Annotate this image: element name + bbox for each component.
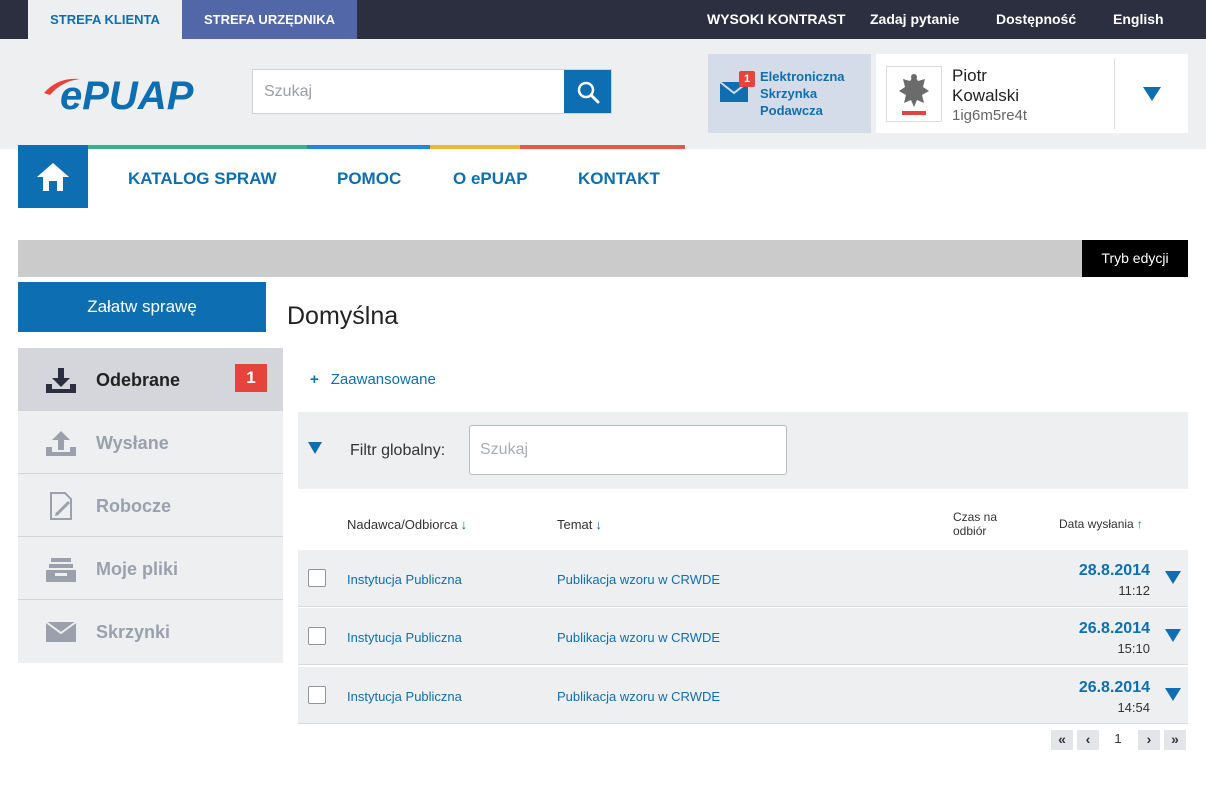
sidebar-item-sent[interactable]: Wysłane xyxy=(18,411,283,474)
column-header-subject[interactable]: Temat ↓ xyxy=(557,517,602,532)
nav-item-about[interactable]: O ePUAP xyxy=(453,169,528,189)
sidebar-item-received[interactable]: Odebrane 1 xyxy=(18,348,283,411)
pagination-next-button[interactable]: › xyxy=(1138,730,1160,750)
english-link[interactable]: English xyxy=(1113,0,1164,39)
row-subject[interactable]: Publikacja wzoru w CRWDE xyxy=(557,689,720,704)
user-login: 1ig6m5re4t xyxy=(952,107,1028,124)
triangle-down-icon[interactable] xyxy=(308,442,322,454)
sort-down-icon: ↓ xyxy=(595,517,602,532)
inbox-download-icon xyxy=(46,368,76,393)
polish-emblem-icon xyxy=(886,66,942,122)
user-last-name: Kowalski xyxy=(952,86,1020,105)
row-sender[interactable]: Instytucja Publiczna xyxy=(347,689,462,704)
row-subject[interactable]: Publikacja wzoru w CRWDE xyxy=(557,572,720,587)
nav-accent-line xyxy=(307,145,430,149)
file-tray-icon xyxy=(46,558,76,582)
envelope-icon xyxy=(45,621,77,642)
advanced-search-link[interactable]: + Zaawansowane xyxy=(310,371,436,388)
column-header-sender[interactable]: Nadawca/Odbiorca ↓ xyxy=(347,517,467,532)
handle-case-button[interactable]: Załatw sprawę xyxy=(18,282,266,332)
header: ePUAP 1 Elektroniczna Skrzynka Podawcza xyxy=(0,39,1206,149)
row-checkbox[interactable] xyxy=(308,627,326,645)
nav-accent-line xyxy=(520,145,685,149)
search-input[interactable] xyxy=(253,70,563,113)
main-nav: KATALOG SPRAW POMOC O ePUAP KONTAKT xyxy=(18,145,1188,208)
triangle-down-icon xyxy=(1142,86,1161,101)
row-date: 28.8.2014 xyxy=(1078,562,1150,579)
pagination-current-page[interactable]: 1 xyxy=(1107,731,1129,751)
home-icon xyxy=(37,162,69,191)
triangle-down-icon[interactable] xyxy=(1165,629,1181,642)
row-sender[interactable]: Instytucja Publiczna xyxy=(347,630,462,645)
nav-item-contact[interactable]: KONTAKT xyxy=(578,169,660,189)
nav-accent-line xyxy=(430,145,520,149)
sidebar-item-label: Moje pliki xyxy=(96,559,179,579)
sort-up-icon: ↑ xyxy=(1136,517,1143,531)
row-date: 26.8.2014 xyxy=(1078,620,1150,637)
draft-edit-icon xyxy=(50,492,72,520)
table-row[interactable]: Instytucja Publiczna Publikacja wzoru w … xyxy=(298,608,1188,665)
sort-down-icon: ↓ xyxy=(460,517,468,532)
tab-client-zone[interactable]: STREFA KLIENTA xyxy=(28,0,182,39)
sidebar-item-label: Wysłane xyxy=(96,433,169,453)
row-checkbox[interactable] xyxy=(308,569,326,587)
sidebar-item-mailboxes[interactable]: Skrzynki xyxy=(18,600,283,663)
sidebar-item-my-files[interactable]: Moje pliki xyxy=(18,537,283,600)
tab-official-zone[interactable]: STREFA URZĘDNIKA xyxy=(182,0,357,39)
row-time: 11:12 xyxy=(1118,583,1150,598)
global-filter-label: Filtr globalny: xyxy=(350,442,446,459)
pagination-first-button[interactable]: « xyxy=(1051,730,1073,750)
column-header-sent-date[interactable]: Data wysłania ↑ xyxy=(1059,517,1143,531)
row-time: 15:10 xyxy=(1117,641,1150,656)
sidebar-item-label: Odebrane xyxy=(96,370,181,390)
svg-text:ePUAP: ePUAP xyxy=(60,74,194,117)
row-subject[interactable]: Publikacja wzoru w CRWDE xyxy=(557,630,720,645)
ask-question-link[interactable]: Zadaj pytanie xyxy=(870,0,959,39)
search-icon xyxy=(577,81,599,103)
nav-item-help[interactable]: POMOC xyxy=(337,169,401,189)
row-time: 14:54 xyxy=(1117,700,1150,715)
top-bar: STREFA KLIENTA STREFA URZĘDNIKA WYSOKI K… xyxy=(0,0,1206,39)
electronic-inbox-button[interactable]: 1 Elektroniczna Skrzynka Podawcza xyxy=(708,54,871,133)
user-menu-toggle[interactable] xyxy=(1115,54,1188,133)
filter-panel: Filtr globalny: xyxy=(298,412,1188,489)
sidebar-item-label: Skrzynki xyxy=(96,622,171,642)
row-date: 26.8.2014 xyxy=(1078,679,1150,696)
triangle-down-icon[interactable] xyxy=(1165,571,1181,584)
pagination-last-button[interactable]: » xyxy=(1164,730,1186,750)
sidebar-item-label: Robocze xyxy=(96,496,172,516)
outbox-upload-icon xyxy=(46,431,76,456)
search-button[interactable] xyxy=(564,70,611,113)
page-title: Domyślna xyxy=(287,302,399,330)
received-count-badge: 1 xyxy=(235,364,267,392)
home-button[interactable] xyxy=(18,145,88,208)
high-contrast-link[interactable]: WYSOKI KONTRAST xyxy=(707,0,845,39)
user-panel: Piotr Kowalski 1ig6m5re4t xyxy=(876,54,1188,133)
pagination-prev-button[interactable]: ‹ xyxy=(1077,730,1099,750)
row-sender[interactable]: Instytucja Publiczna xyxy=(347,572,462,587)
global-filter-input[interactable] xyxy=(469,425,787,475)
electronic-inbox-label: Elektroniczna Skrzynka Podawcza xyxy=(760,69,845,118)
sidebar-menu: Odebrane 1 Wysłane Robocze Moje pliki Sk… xyxy=(18,348,283,663)
search-box xyxy=(252,69,612,114)
edit-strip xyxy=(18,240,1188,277)
nav-accent-line xyxy=(88,145,307,149)
accessibility-link[interactable]: Dostępność xyxy=(996,0,1076,39)
table-row[interactable]: Instytucja Publiczna Publikacja wzoru w … xyxy=(298,550,1188,607)
row-checkbox[interactable] xyxy=(308,686,326,704)
inbox-count-badge: 1 xyxy=(739,71,755,87)
edit-mode-button[interactable]: Tryb edycji xyxy=(1082,240,1188,277)
column-header-receipt-time[interactable]: Czas na odbiór xyxy=(953,510,997,538)
epuap-logo[interactable]: ePUAP xyxy=(40,69,230,118)
table-row[interactable]: Instytucja Publiczna Publikacja wzoru w … xyxy=(298,667,1188,724)
nav-item-case-catalog[interactable]: KATALOG SPRAW xyxy=(128,169,277,189)
triangle-down-icon[interactable] xyxy=(1165,688,1181,701)
user-first-name: Piotr xyxy=(952,66,987,85)
sidebar-item-drafts[interactable]: Robocze xyxy=(18,474,283,537)
plus-icon: + xyxy=(310,371,319,388)
